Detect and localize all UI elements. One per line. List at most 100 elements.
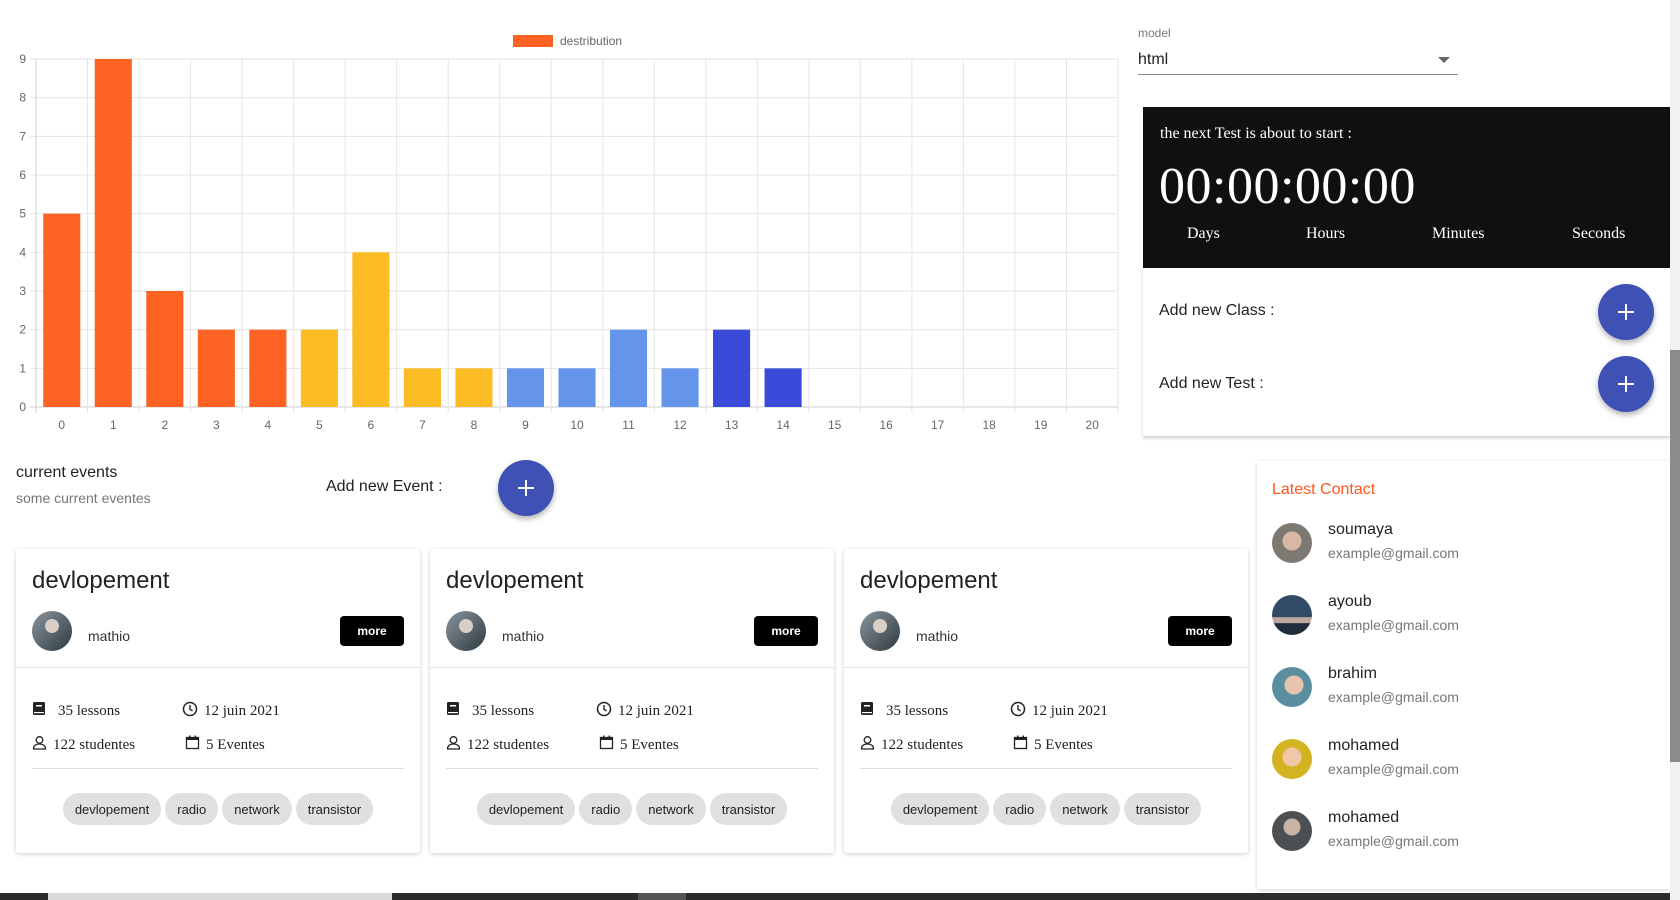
chevron-down-icon[interactable] [1438,57,1450,63]
divider [32,768,404,769]
more-button[interactable]: more [340,616,404,646]
add-event-button[interactable] [498,460,554,516]
contact-item[interactable]: ayoub example@gmail.com [1272,593,1652,637]
event-card: devlopement mathio more 35 lessons 12 juin 2… [430,549,834,853]
tag-chip[interactable]: network [636,793,706,825]
chart-bar [764,368,802,407]
avatar [1272,811,1312,851]
lessons-count: 35 lessons [472,702,535,719]
contact-email: example@gmail.com [1328,761,1459,777]
x-tick-label: 14 [776,418,790,432]
add-class-button[interactable] [1598,284,1654,340]
x-tick-label: 7 [419,418,426,432]
card-title: devlopement [860,567,998,594]
y-tick-label: 0 [19,400,26,414]
card-date: 12 juin 2021 [182,701,280,722]
x-tick-label: 3 [213,418,220,432]
distribution-chart: 0 1 2 3 4 5 6 7 8 9 0 1 2 3 4 5 6 7 8 9 10 11 12 13 14 15 16 17 18 19… [0,0,1130,440]
horizontal-scrollbar-segment [638,893,686,900]
legend-label: destribution [560,34,623,48]
chart-bar [352,252,390,407]
card-events: 5 Eventes [185,735,265,755]
tag-chip[interactable]: transistor [709,793,788,825]
tag-chip[interactable]: radio [993,793,1047,825]
calendar-icon [1013,735,1028,755]
tag-list: devlopement radio network transistor [430,793,834,825]
x-tick-label: 17 [931,418,945,432]
y-tick-label: 9 [19,52,26,66]
chart-bar [713,329,751,407]
tag-chip[interactable]: network [1050,793,1120,825]
date-value: 12 juin 2021 [204,703,280,719]
card-students: 122 studentes [860,735,963,755]
countdown-panel: the next Test is about to start : 00:00:… [1143,107,1670,268]
chart-legend[interactable]: destribution [513,34,622,48]
x-tick-label: 18 [983,418,997,432]
card-title: devlopement [446,567,584,594]
divider [16,667,420,668]
y-tick-label: 4 [19,245,26,259]
more-button[interactable]: more [754,616,818,646]
add-test-button[interactable] [1598,356,1654,412]
tag-chip[interactable]: devlopement [62,793,162,825]
tag-chip[interactable]: devlopement [890,793,990,825]
y-tick-label: 6 [19,168,26,182]
divider [844,667,1248,668]
model-select-field[interactable]: html [1138,46,1458,75]
contact-name: soumaya [1328,521,1393,538]
card-date: 12 juin 2021 [1010,701,1108,722]
model-select-value: html [1138,51,1169,68]
tag-chip[interactable]: devlopement [476,793,576,825]
y-tick-label: 2 [19,323,26,337]
events-count: 5 Eventes [206,736,265,753]
user-icon [446,735,461,755]
chart-bar [249,329,287,407]
divider [446,768,818,769]
more-button[interactable]: more [1168,616,1232,646]
chart-bar [300,329,338,407]
add-actions-panel: Add new Class : Add new Test : [1143,268,1670,436]
x-tick-label: 0 [58,418,65,432]
contact-name: mohamed [1328,809,1400,826]
vertical-scrollbar-thumb[interactable] [1670,350,1680,762]
tag-chip[interactable]: radio [165,793,219,825]
model-select-label: model [1138,26,1171,40]
tag-chip[interactable]: transistor [295,793,374,825]
contact-item[interactable]: soumaya example@gmail.com [1272,521,1652,565]
add-class-label: Add new Class : [1159,302,1275,319]
x-tick-label: 2 [161,418,168,432]
x-tick-label: 9 [522,418,529,432]
legend-swatch [513,35,553,47]
add-test-label: Add new Test : [1159,375,1264,392]
contact-item[interactable]: brahim example@gmail.com [1272,665,1652,709]
contact-email: example@gmail.com [1328,545,1459,561]
horizontal-scrollbar-thumb[interactable] [48,893,392,900]
model-select[interactable]: model html [1138,26,1458,75]
card-students: 122 studentes [32,735,135,755]
clock-icon [182,701,198,722]
students-count: 122 studentes [881,736,964,753]
card-lessons: 35 lessons [860,701,948,721]
y-tick-label: 5 [19,207,26,221]
card-author: mathio [916,628,959,644]
contact-item[interactable]: mohamed example@gmail.com [1272,737,1652,781]
contact-item[interactable]: mohamed example@gmail.com [1272,809,1652,853]
x-tick-label: 4 [265,418,272,432]
book-icon [860,701,874,721]
contact-name: ayoub [1328,593,1372,610]
x-tick-label: 15 [828,418,842,432]
avatar [1272,523,1312,563]
tag-chip[interactable]: network [222,793,292,825]
chart-bar [506,368,545,407]
chart-bar [94,59,132,407]
tag-chip[interactable]: radio [579,793,633,825]
countdown-title: the next Test is about to start : [1160,125,1352,142]
card-author: mathio [502,628,545,644]
countdown-timer: 00:00:00:00 [1159,158,1416,215]
tag-list: devlopement radio network transistor [844,793,1248,825]
tag-chip[interactable]: transistor [1123,793,1202,825]
calendar-icon [599,735,614,755]
avatar [32,611,72,651]
events-subtitle: some current eventes [16,490,151,506]
book-icon [32,701,46,721]
